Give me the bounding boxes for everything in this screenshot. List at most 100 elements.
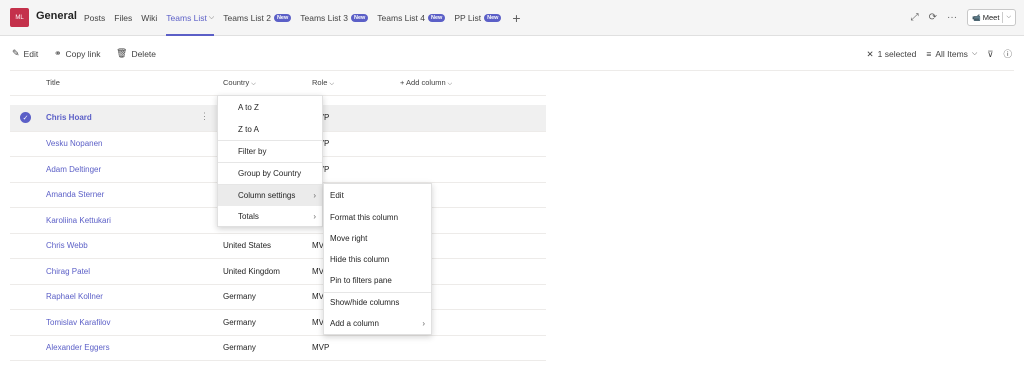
menu-item-column-settings[interactable]: Column settings › [218,184,322,206]
clear-selection-icon[interactable]: ✕ [867,49,874,60]
column-header-role[interactable]: Role ⌵ [312,78,334,88]
menu-item-group-by-country[interactable]: Group by Country [218,163,322,185]
column-header-label: Role [312,78,328,87]
new-badge: New [484,14,502,22]
selection-count: 1 selected [877,49,917,59]
menu-item-totals[interactable]: Totals › [218,206,322,228]
tab-label: Posts [84,13,106,23]
expand-icon[interactable]: ⤢ [911,12,919,23]
menu-item-label: A to Z [238,103,259,113]
more-options-icon[interactable]: ··· [947,12,957,23]
chevron-right-icon: › [313,190,316,200]
tab-files[interactable]: Files [114,0,132,36]
column-header-label: Title [46,78,60,87]
menu-item-label: Z to A [238,124,259,134]
tab-label: PP List [454,13,482,23]
divider [10,70,1014,71]
video-camera-icon: 📹 [972,14,981,22]
row-title[interactable]: Vesku Nopanen [46,139,103,148]
chevron-down-icon[interactable]: ⌵ [1006,14,1011,21]
edit-button[interactable]: ✎ Edit [12,48,38,59]
meet-button[interactable]: 📹 Meet ⌵ [967,9,1016,26]
table-row[interactable]: Alexander Eggers Germany MVP [10,335,546,361]
table-row[interactable]: Tomislav Karafilov Germany MV [10,310,546,336]
command-bar: ✎ Edit ⚭ Copy link 🗑 Delete ✕ 1 selected ≡ … [0,45,1024,67]
divider [10,360,546,361]
team-avatar[interactable]: ML [10,8,29,27]
copy-link-label: Copy link [65,48,101,59]
chevron-down-icon[interactable]: ⌵ [209,14,214,22]
tab-label: Wiki [141,13,158,23]
row-title[interactable]: Adam Deltinger [46,165,101,174]
copy-link-button[interactable]: ⚭ Copy link [54,48,101,59]
menu-item-add-column[interactable]: Add a column › [324,313,431,335]
channel-name: General [36,10,77,22]
table-row[interactable]: Raphael Kollner Germany MV [10,284,546,310]
menu-item-sort-a-to-z[interactable]: A to Z [218,97,322,119]
row-title[interactable]: Alexander Eggers [46,343,110,352]
tab-label: Teams List 3 [300,13,348,23]
tab-label: Files [114,13,133,23]
command-bar-right: ✕ 1 selected ≡ All Items ⌵ ⊽ ⓘ [857,48,1013,60]
delete-button[interactable]: 🗑 Delete [116,48,156,59]
row-title[interactable]: Karoliina Kettukari [46,216,111,225]
row-title[interactable]: Tomislav Karafilov [46,318,110,327]
table-row[interactable]: Chirag Patel United Kingdom MV [10,259,546,285]
menu-item-label: Edit [330,191,344,201]
new-badge: New [273,14,292,22]
tab-teams-list[interactable]: Teams List ⌵ [166,0,214,36]
menu-item-label: Column settings [238,190,296,200]
tab-label: Teams List [166,13,207,23]
info-icon[interactable]: ⓘ [1003,48,1012,60]
row-role: MVP [312,343,330,352]
column-header-label: Country [223,78,250,87]
column-settings-submenu: Edit Format this column Move right Hide … [323,183,432,335]
menu-item-label: Show/hide columns [330,298,400,308]
menu-item-label: Group by Country [238,168,302,178]
view-lines-icon[interactable]: ≡ [926,49,931,59]
row-country: Germany [223,343,256,352]
add-column-label: + Add column [400,78,446,87]
row-country: Germany [223,317,256,327]
row-more-icon[interactable]: ⋮ [200,111,209,122]
tab-pp-list[interactable]: PP List New [454,0,502,36]
checkmark-icon[interactable]: ✓ [20,112,31,123]
chevron-right-icon: › [422,319,425,329]
menu-item-filter-by[interactable]: Filter by [218,141,322,163]
tab-teams-list-3[interactable]: Teams List 3 New [300,0,369,36]
menu-item-pin-to-filters[interactable]: Pin to filters pane [324,270,431,292]
filter-icon[interactable]: ⊽ [987,49,993,60]
row-title[interactable]: Chirag Patel [46,267,90,276]
view-switcher[interactable]: All Items [935,49,968,59]
menu-item-label: Move right [330,233,368,243]
menu-item-move-right[interactable]: Move right [324,228,431,250]
menu-item-format-column[interactable]: Format this column [324,207,431,229]
menu-item-label: Filter by [238,146,267,156]
column-header-country[interactable]: Country ⌵ [223,78,256,88]
trash-icon: 🗑 [116,48,128,58]
table-row[interactable]: Chris Webb United States MVP [10,233,546,259]
row-country: United Kingdom [223,266,280,276]
edit-label: Edit [23,48,39,59]
refresh-icon[interactable]: ⟳ [929,12,937,23]
row-title[interactable]: Raphael Kollner [46,292,103,301]
tab-label: Teams List 4 [377,13,425,23]
chevron-down-icon: ⌵ [251,81,256,87]
row-title[interactable]: Chris Hoard [46,113,92,122]
tab-teams-list-4[interactable]: Teams List 4 New [377,0,446,36]
menu-item-show-hide-columns[interactable]: Show/hide columns [324,292,431,314]
row-title[interactable]: Chris Webb [46,241,88,250]
chevron-down-icon[interactable]: ⌵ [972,50,977,58]
tab-wiki[interactable]: Wiki [141,0,157,36]
add-tab-icon[interactable]: + [512,10,520,26]
add-column-button[interactable]: + Add column ⌵ [400,78,452,88]
menu-item-hide-column[interactable]: Hide this column [324,249,431,271]
menu-item-sort-z-to-a[interactable]: Z to A [218,119,322,141]
tab-posts[interactable]: Posts [84,0,105,36]
menu-item-label: Hide this column [330,254,390,264]
tab-teams-list-2[interactable]: Teams List 2 New [223,0,292,36]
column-header-title[interactable]: Title [46,78,60,87]
menu-item-edit[interactable]: Edit [324,185,431,207]
menu-item-label: Pin to filters pane [330,275,392,285]
row-title[interactable]: Amanda Sterner [46,190,104,199]
